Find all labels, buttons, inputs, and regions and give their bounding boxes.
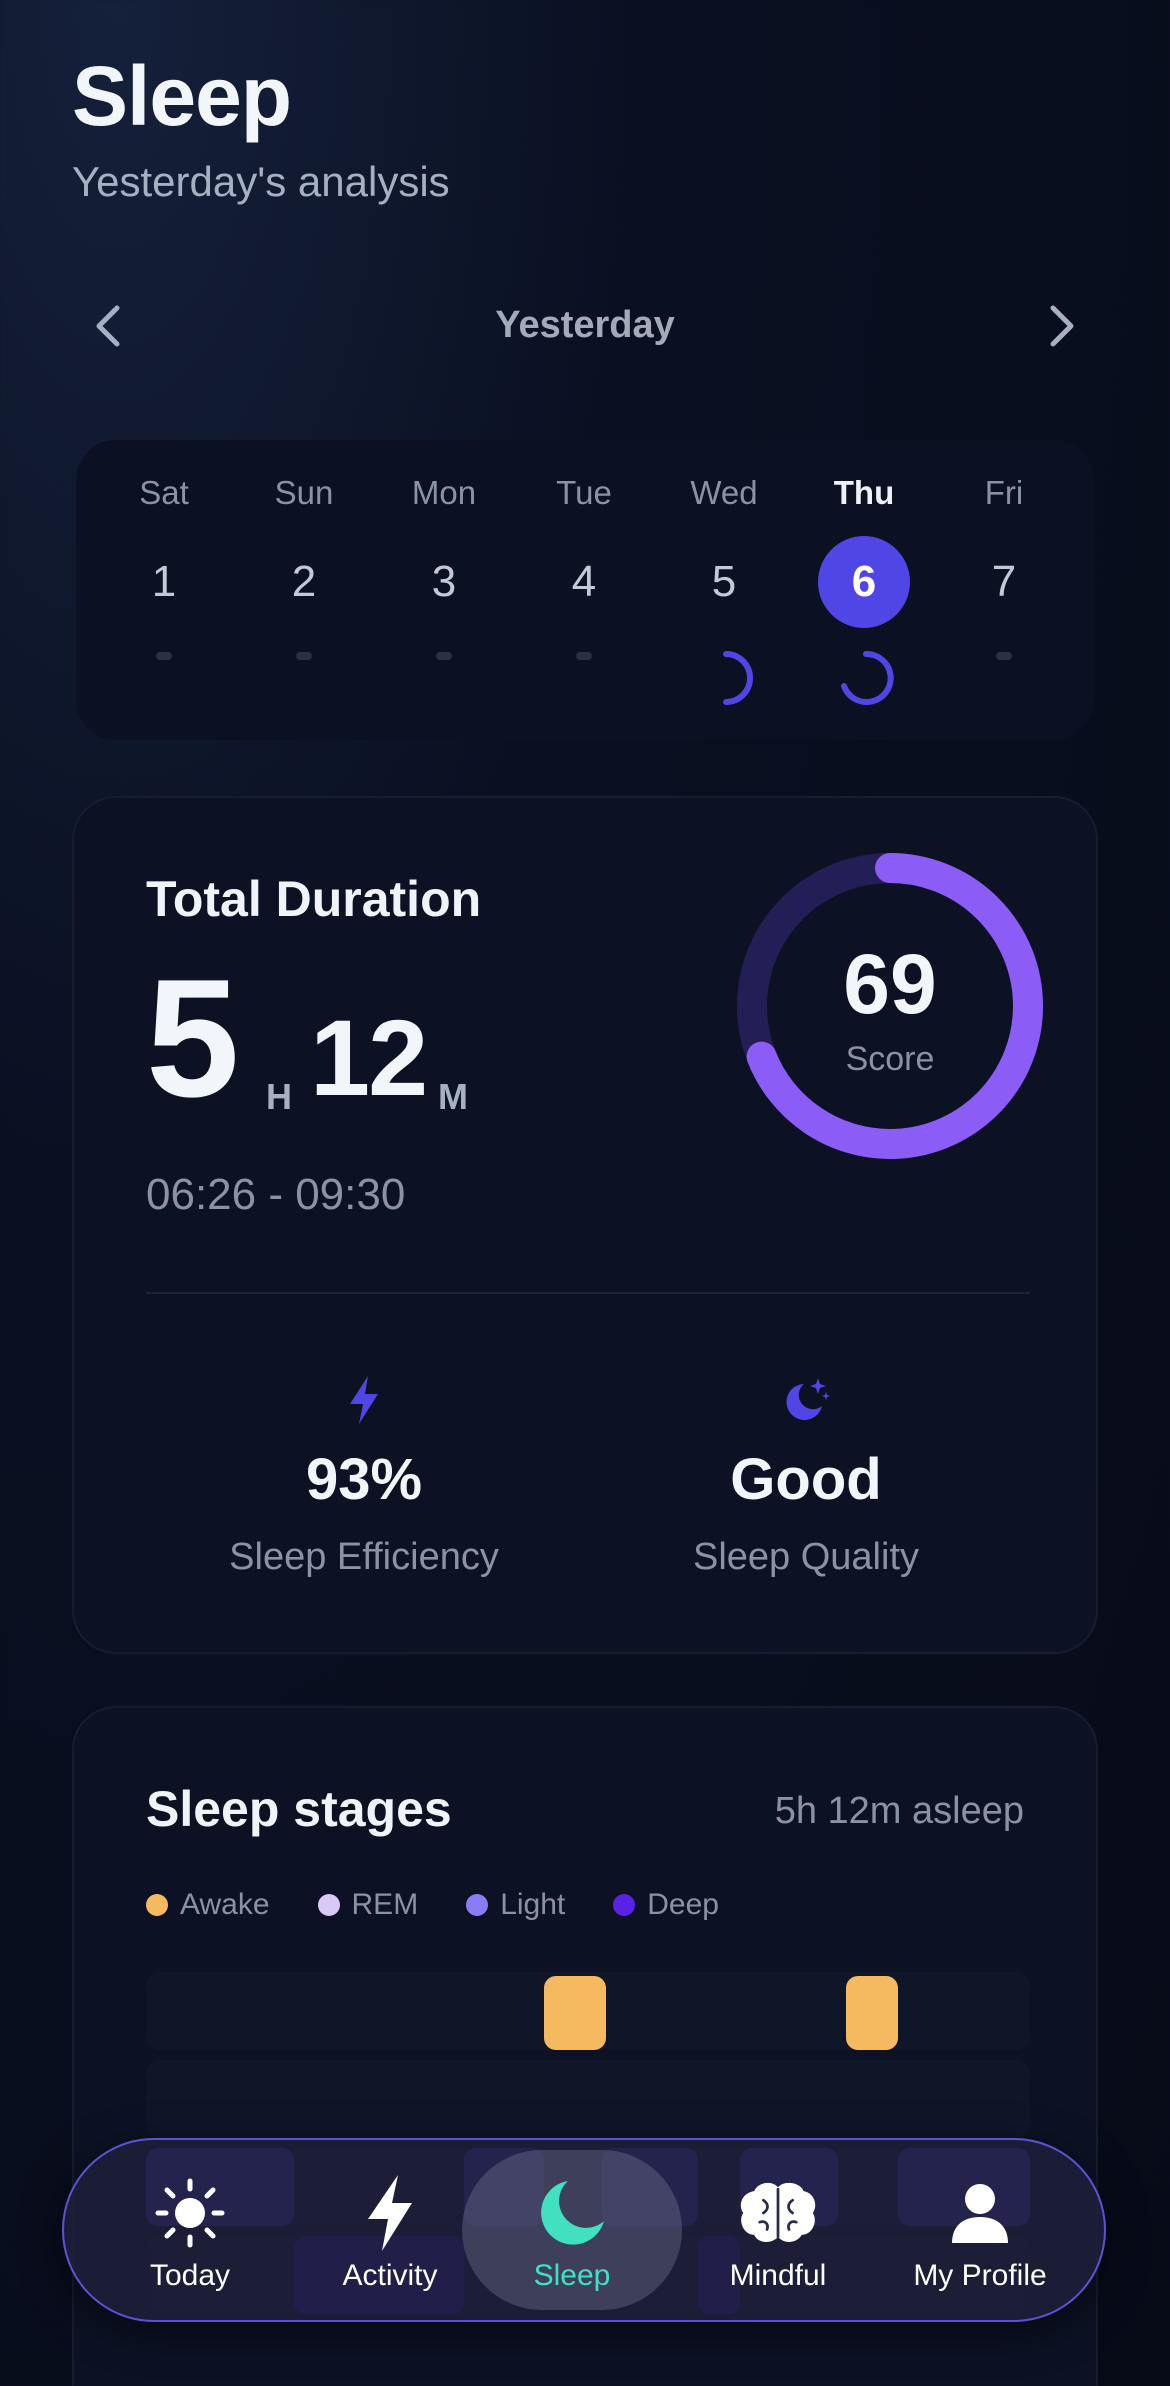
total-duration-card: Total Duration 5 H 12 M 06:26 - 09:30 69… [72, 796, 1098, 1654]
rem-row [146, 2060, 1030, 2138]
legend-label: Light [500, 1888, 566, 1921]
efficiency-label: Sleep Efficiency [229, 1536, 499, 1578]
no-data-dot [436, 652, 452, 660]
legend-label: REM [351, 1888, 419, 1921]
day-name: Mon [411, 474, 477, 511]
quality-label: Sleep Quality [692, 1536, 919, 1578]
no-data-dot [296, 652, 312, 660]
page-title: Sleep [72, 49, 292, 143]
date-label: Yesterday [495, 304, 675, 346]
person-icon [938, 2171, 1022, 2255]
day-mon[interactable]: Mon 3 [374, 440, 514, 740]
tab-today[interactable]: Today [120, 2140, 260, 2324]
duration-hours: 5 [146, 944, 239, 1132]
no-data-dot [156, 652, 172, 660]
no-data-dot [996, 652, 1012, 660]
day-number: 3 [431, 557, 457, 606]
tab-activity[interactable]: Activity [310, 2140, 470, 2324]
week-strip: Sat 1 Sun 2 Mon 3 Tue 4 Wed 5 Thu 6 Fri … [76, 440, 1094, 740]
tab-mindful[interactable]: Mindful [698, 2140, 858, 2324]
legend-dot-light [466, 1894, 489, 1916]
legend-dot-rem [317, 1894, 340, 1916]
day-name: Wed [690, 474, 758, 511]
tab-label: Activity [342, 2259, 438, 2292]
day-sat[interactable]: Sat 1 [94, 440, 234, 740]
day-number: 2 [291, 557, 317, 606]
no-data-dot [576, 652, 592, 660]
day-number: 4 [571, 557, 597, 606]
tab-label: My Profile [913, 2259, 1047, 2292]
day-number: 5 [711, 557, 737, 606]
day-number-selected: 6 [818, 536, 910, 628]
legend-label: Awake [180, 1888, 270, 1921]
bottom-tab-bar: Today Activity Sleep Mindful My Profile [62, 2138, 1106, 2322]
moon-icon [530, 2171, 614, 2255]
legend-deep: Deep [613, 1888, 719, 1922]
legend-dot-deep [613, 1894, 636, 1916]
sleep-efficiency: 93% Sleep Efficiency [144, 1368, 584, 1588]
legend-light: Light [466, 1888, 565, 1922]
awake-segment [846, 1976, 898, 2050]
day-name: Sun [274, 474, 334, 511]
moon-stars-icon [774, 1368, 838, 1432]
sleep-progress-ring [723, 651, 753, 705]
stages-title: Sleep stages [146, 1781, 452, 1837]
tab-my-profile[interactable]: My Profile [888, 2140, 1072, 2324]
tab-label: Mindful [729, 2259, 827, 2292]
efficiency-value: 93% [305, 1447, 423, 1512]
day-name: Fri [984, 474, 1024, 511]
minutes-unit: M [438, 1076, 468, 1117]
day-thu[interactable]: Thu 6 [794, 440, 934, 740]
lightning-icon [348, 2171, 432, 2255]
day-number: 7 [991, 557, 1017, 606]
duration-title: Total Duration [146, 871, 482, 927]
duration-minutes: 12 [310, 997, 428, 1118]
score-value: 69 [843, 937, 937, 1031]
sleep-quality: Good Sleep Quality [586, 1368, 1026, 1588]
divider [146, 1292, 1030, 1294]
score-label: Score [845, 1040, 935, 1078]
awake-segment [544, 1976, 606, 2050]
day-number: 1 [151, 557, 177, 606]
legend-dot-awake [146, 1894, 168, 1916]
brain-icon [736, 2171, 820, 2255]
day-name: Tue [556, 474, 612, 511]
sun-icon [148, 2171, 232, 2255]
legend-rem: REM [317, 1888, 419, 1922]
awake-row [146, 1972, 1030, 2050]
day-tue[interactable]: Tue 4 [514, 440, 654, 740]
day-name: Thu [833, 474, 895, 511]
asleep-summary: 5h 12m asleep [774, 1790, 1024, 1832]
tab-label: Sleep [533, 2259, 611, 2292]
stages-legend: Awake REM Light Deep [146, 1888, 719, 1922]
sleep-time-range: 06:26 - 09:30 [146, 1170, 406, 1219]
legend-label: Deep [647, 1888, 719, 1921]
tab-sleep[interactable]: Sleep [462, 2140, 682, 2324]
sleep-progress-ring [841, 650, 894, 705]
day-wed[interactable]: Wed 5 [654, 440, 794, 740]
lightning-icon [332, 1368, 396, 1432]
day-sun[interactable]: Sun 2 [234, 440, 374, 740]
chevron-right-icon [1050, 305, 1074, 347]
date-navigator: Yesterday [72, 290, 1098, 362]
tab-label: Today [149, 2259, 231, 2292]
day-name: Sat [139, 474, 189, 511]
next-day-button[interactable] [1026, 290, 1098, 362]
legend-awake: Awake [146, 1888, 270, 1922]
day-fri[interactable]: Fri 7 [934, 440, 1074, 740]
quality-value: Good [730, 1447, 882, 1512]
hours-unit: H [266, 1076, 292, 1117]
page-subtitle: Yesterday's analysis [72, 158, 450, 205]
